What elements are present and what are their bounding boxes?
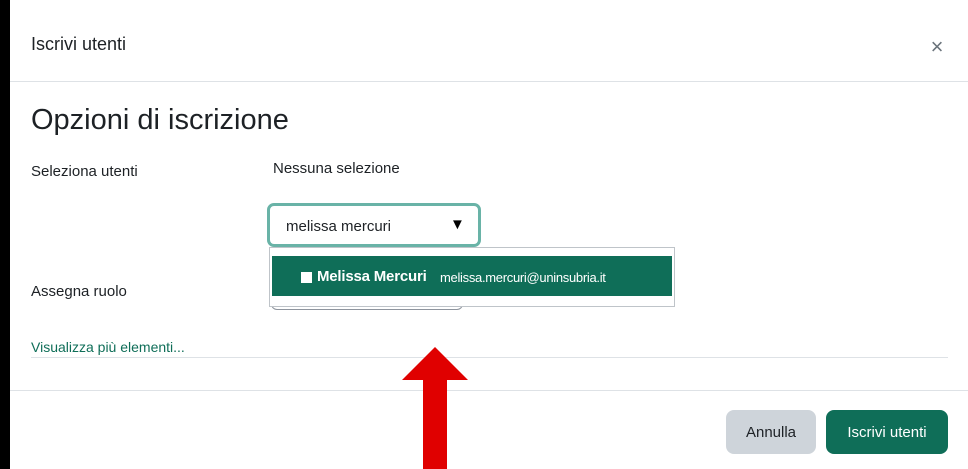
select-users-label: Seleziona utenti <box>31 163 138 180</box>
user-suggestions-list: Melissa Mercuri melissa.mercuri@uninsubr… <box>269 247 675 307</box>
caret-down-icon[interactable]: ▼ <box>450 216 465 233</box>
dialog-header: Iscrivi utenti × <box>10 0 968 82</box>
suggestion-item[interactable]: Melissa Mercuri melissa.mercuri@uninsubr… <box>272 256 672 296</box>
assign-role-label: Assegna ruolo <box>31 283 127 300</box>
user-search-input[interactable]: melissa mercuri ▼ <box>267 203 481 247</box>
user-square-icon <box>301 272 312 283</box>
show-more-link[interactable]: Visualizza più elementi... <box>31 339 185 355</box>
no-selection-text: Nessuna selezione <box>273 160 400 177</box>
enrol-users-button[interactable]: Iscrivi utenti <box>826 410 948 454</box>
section-title: Opzioni di iscrizione <box>31 104 289 136</box>
dialog-title: Iscrivi utenti <box>31 34 127 54</box>
suggestion-name: Melissa Mercuri <box>317 268 427 285</box>
enrol-users-dialog: Iscrivi utenti × Opzioni di iscrizione S… <box>10 0 968 469</box>
close-icon[interactable]: × <box>926 36 948 58</box>
background-strip <box>0 0 10 469</box>
dialog-footer: Annulla Iscrivi utenti <box>10 390 968 469</box>
up-arrow-icon <box>402 347 468 469</box>
search-value: melissa mercuri <box>286 218 392 235</box>
cancel-button[interactable]: Annulla <box>726 410 816 454</box>
divider <box>31 357 948 358</box>
suggestion-email: melissa.mercuri@uninsubria.it <box>440 270 606 285</box>
